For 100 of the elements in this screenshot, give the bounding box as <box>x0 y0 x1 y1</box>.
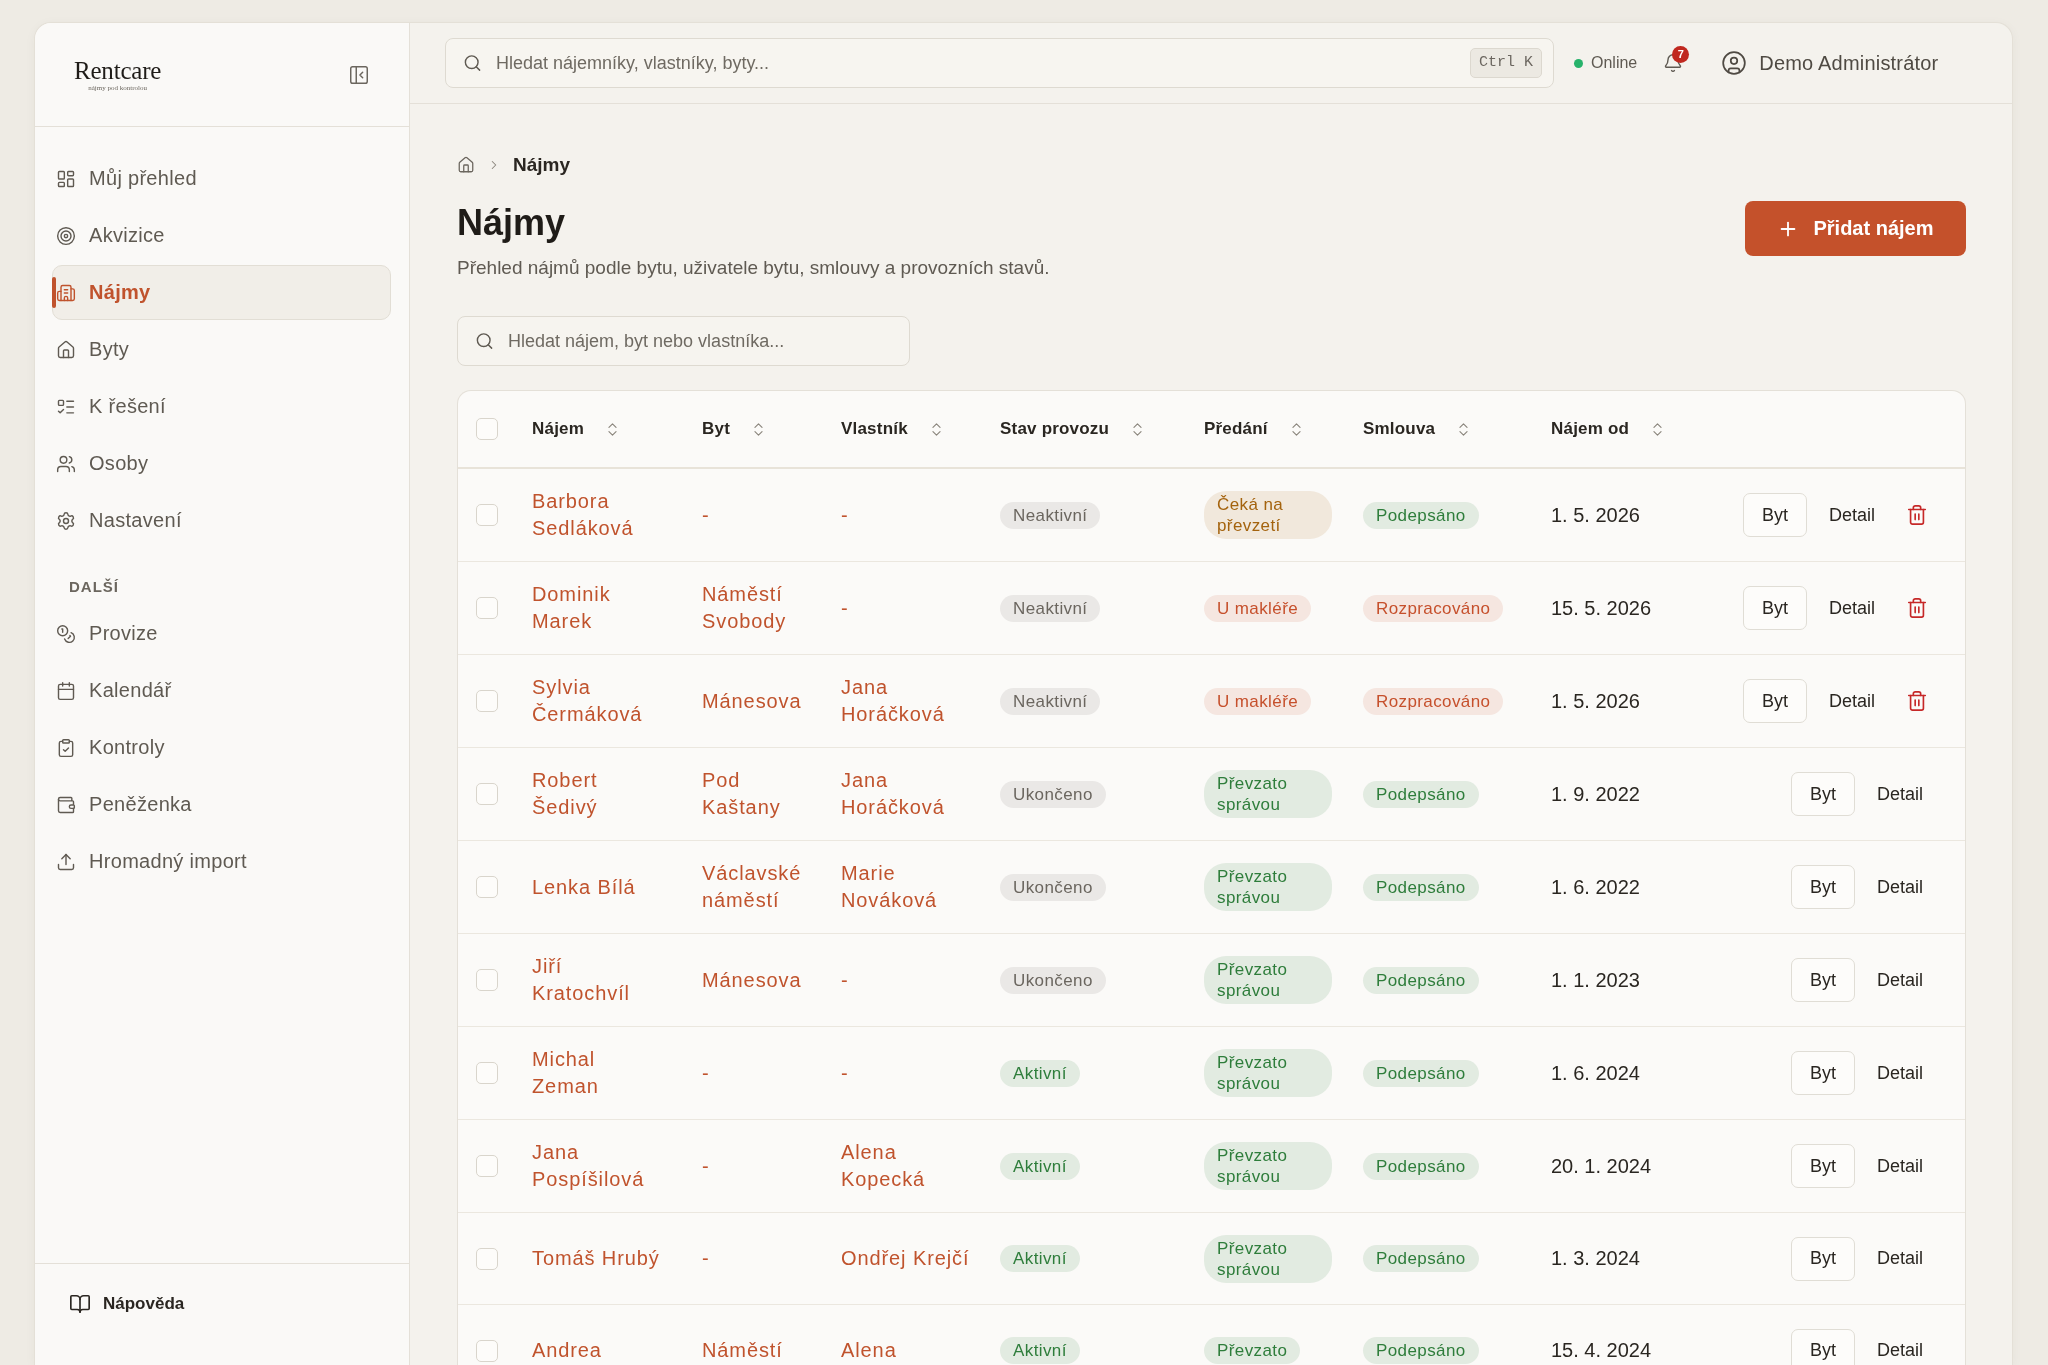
owner-link[interactable]: - <box>841 594 849 622</box>
tenant-link[interactable]: Jiří Kratochvíl <box>532 953 663 1007</box>
select-all-checkbox[interactable] <box>476 418 498 440</box>
owner-link[interactable]: Alena <box>841 1337 897 1364</box>
column-header[interactable]: Byt <box>702 419 767 439</box>
apartment-link[interactable]: Pod Kaštany <box>702 767 812 821</box>
apartment-link[interactable]: - <box>702 1152 710 1180</box>
detail-button[interactable]: Detail <box>1862 772 1937 816</box>
tenant-link[interactable]: Sylvia Čermáková <box>532 674 663 728</box>
row-checkbox[interactable] <box>476 690 498 712</box>
handover-badge: Převzato <box>1204 1337 1301 1364</box>
row-checkbox[interactable] <box>476 1247 498 1270</box>
tenant-link[interactable]: Robert Šedivý <box>532 767 663 821</box>
upload-icon <box>56 851 76 872</box>
tenant-link[interactable]: Dominik Marek <box>532 581 663 635</box>
detail-button[interactable]: Detail <box>1862 1051 1937 1095</box>
apartment-button[interactable]: Byt <box>1742 493 1807 537</box>
tenant-link[interactable]: Tomáš Hrubý <box>532 1245 660 1272</box>
detail-button[interactable]: Detail <box>1862 1328 1937 1365</box>
apartment-link[interactable]: - <box>702 501 710 529</box>
nav-item[interactable]: Peněženka <box>52 777 391 832</box>
apartment-link[interactable]: Mánesova <box>702 687 802 715</box>
column-header[interactable]: Nájem od <box>1551 419 1667 439</box>
trash-icon[interactable] <box>1906 597 1928 619</box>
apartment-button[interactable]: Byt <box>1742 586 1807 630</box>
apartment-button[interactable]: Byt <box>1790 1236 1855 1281</box>
nav-item[interactable]: Akvizice <box>52 208 391 263</box>
row-checkbox[interactable] <box>476 876 498 898</box>
nav-item[interactable]: K řešení <box>52 379 391 434</box>
user-icon <box>1721 50 1748 76</box>
apartment-link[interactable]: Mánesova <box>702 966 802 994</box>
apartment-link[interactable]: - <box>702 1245 710 1272</box>
apartment-link[interactable]: Václavské náměstí <box>702 860 812 914</box>
apartment-link[interactable]: Náměstí Svobody <box>702 581 812 635</box>
row-checkbox[interactable] <box>476 969 498 991</box>
detail-button[interactable]: Detail <box>1814 586 1889 630</box>
wallet-icon <box>56 794 76 815</box>
owner-link[interactable]: - <box>841 1059 849 1087</box>
tenant-link[interactable]: Jana Pospíšilová <box>532 1139 663 1193</box>
tenant-link[interactable]: Barbora Sedláková <box>532 488 663 542</box>
sidebar-collapse-icon[interactable] <box>348 63 370 86</box>
row-checkbox[interactable] <box>476 597 498 619</box>
start-date: 15. 5. 2026 <box>1551 595 1652 621</box>
apartment-button[interactable]: Byt <box>1790 865 1855 909</box>
row-checkbox[interactable] <box>476 1062 498 1084</box>
start-date: 1. 6. 2024 <box>1551 1060 1640 1086</box>
row-checkbox[interactable] <box>476 1155 498 1177</box>
nav-item[interactable]: Můj přehled <box>52 151 391 206</box>
owner-link[interactable]: Jana Horáčková <box>841 767 977 821</box>
column-header[interactable]: Stav provozu <box>1000 419 1147 439</box>
column-header[interactable]: Smlouva <box>1363 419 1473 439</box>
row-checkbox[interactable] <box>476 1339 498 1362</box>
home-icon[interactable] <box>457 156 475 174</box>
detail-button[interactable]: Detail <box>1862 865 1937 909</box>
nav-item[interactable]: Hromadný import <box>52 834 391 889</box>
owner-link[interactable]: - <box>841 501 849 529</box>
detail-button[interactable]: Detail <box>1862 958 1937 1002</box>
add-lease-button[interactable]: Přidat nájem <box>1745 201 1966 256</box>
nav-item[interactable]: Nastavení <box>52 493 391 548</box>
row-checkbox[interactable] <box>476 783 498 805</box>
apartment-button[interactable]: Byt <box>1790 1051 1855 1095</box>
owner-link[interactable]: - <box>841 966 849 994</box>
tenant-link[interactable]: Michal Zeman <box>532 1046 663 1100</box>
apartment-link[interactable]: - <box>702 1059 710 1087</box>
dashboard-icon <box>56 168 76 189</box>
row-checkbox[interactable] <box>476 504 498 526</box>
tenant-link[interactable]: Lenka Bílá <box>532 873 636 901</box>
detail-button[interactable]: Detail <box>1862 1236 1937 1281</box>
detail-button[interactable]: Detail <box>1814 493 1889 537</box>
tenant-link[interactable]: Andrea <box>532 1337 602 1364</box>
apartment-button[interactable]: Byt <box>1790 772 1855 816</box>
contract-badge: Podepsáno <box>1363 1245 1479 1272</box>
column-header[interactable]: Nájem <box>532 419 622 439</box>
nav-item[interactable]: Osoby <box>52 436 391 491</box>
nav-item[interactable]: Nájmy <box>52 265 391 320</box>
nav-item[interactable]: Kontroly <box>52 720 391 775</box>
owner-link[interactable]: Marie Nováková <box>841 860 977 914</box>
trash-icon[interactable] <box>1906 504 1928 526</box>
brand-name: Rentcare <box>74 57 162 84</box>
trash-icon[interactable] <box>1906 690 1928 712</box>
detail-button[interactable]: Detail <box>1862 1144 1937 1188</box>
nav-item[interactable]: Kalendář <box>52 663 391 718</box>
owner-link[interactable]: Jana Horáčková <box>841 674 977 728</box>
nav-item[interactable]: Provize <box>52 606 391 661</box>
detail-button[interactable]: Detail <box>1814 679 1889 723</box>
column-header[interactable]: Vlastník <box>841 419 945 439</box>
column-header[interactable]: Předání <box>1204 419 1305 439</box>
apartment-button[interactable]: Byt <box>1742 679 1807 723</box>
apartment-button[interactable]: Byt <box>1790 958 1855 1002</box>
user-menu-button[interactable]: Demo Administrátor <box>1721 50 1939 76</box>
help-link[interactable]: Nápověda <box>69 1292 185 1316</box>
owner-link[interactable]: Alena Kopecká <box>841 1139 977 1193</box>
table-search-field[interactable]: Hledat nájem, byt nebo vlastníka... <box>457 316 910 366</box>
apartment-button[interactable]: Byt <box>1790 1144 1855 1188</box>
contract-badge: Podepsáno <box>1363 966 1479 994</box>
nav-item[interactable]: Byty <box>52 322 391 377</box>
owner-link[interactable]: Ondřej Krejčí <box>841 1245 970 1272</box>
apartment-link[interactable]: Náměstí <box>702 1337 783 1364</box>
apartment-button[interactable]: Byt <box>1790 1328 1855 1365</box>
notification-count: 7 <box>1672 46 1690 63</box>
